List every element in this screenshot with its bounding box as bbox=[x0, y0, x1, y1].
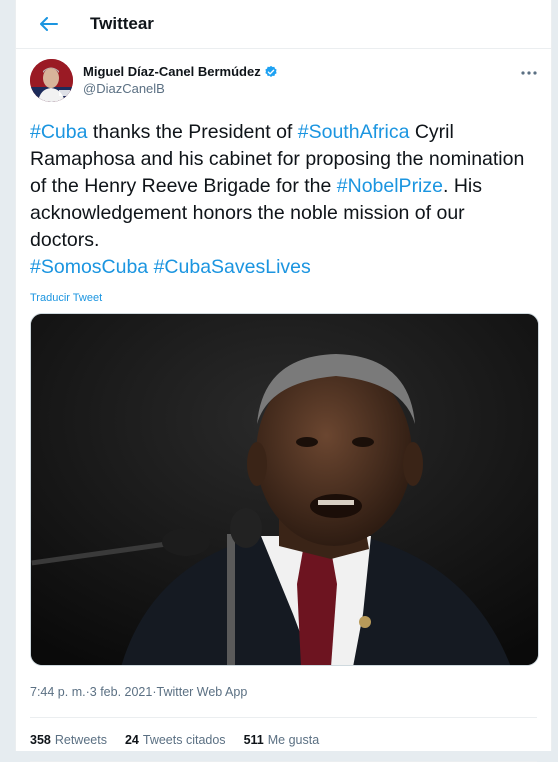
tweet-hashtags: #SomosCuba #CubaSavesLives bbox=[30, 256, 311, 278]
author-info: Miguel Díaz-Canel Bermúdez @DiazCanelB bbox=[83, 59, 278, 96]
likes-label: Me gusta bbox=[267, 732, 320, 747]
retweets-label: Retweets bbox=[54, 732, 107, 747]
tweet-detail-panel: Twittear Miguel Díaz-Canel Bermúdez @Dia… bbox=[15, 0, 552, 762]
back-button[interactable] bbox=[32, 7, 66, 41]
verified-badge-icon bbox=[264, 65, 278, 79]
tweet-meta: 7:44 p. m. · 3 feb. 2021 · Twitter Web A… bbox=[30, 666, 537, 718]
tweet: Miguel Díaz-Canel Bermúdez @DiazCanelB #… bbox=[16, 49, 551, 762]
author-handle[interactable]: @DiazCanelB bbox=[83, 81, 278, 96]
page-title: Twittear bbox=[90, 14, 154, 33]
likes-count: 511 bbox=[243, 732, 264, 747]
retweets-stat[interactable]: 358 Retweets bbox=[30, 733, 107, 747]
hashtag-link[interactable]: #SouthAfrica bbox=[298, 121, 410, 143]
tweet-text-segment: thanks the President of bbox=[87, 121, 298, 143]
arrow-left-icon bbox=[40, 17, 58, 31]
tweet-stats: 358 Retweets 24 Tweets citados 511 Me gusta bbox=[30, 718, 537, 762]
author-name[interactable]: Miguel Díaz-Canel Bermúdez bbox=[83, 64, 261, 79]
hashtag-link[interactable]: #NobelPrize bbox=[337, 175, 443, 197]
tweet-text: #Cuba thanks the President of #SouthAfri… bbox=[30, 119, 535, 281]
tweet-source[interactable]: Twitter Web App bbox=[157, 685, 248, 699]
more-dots-icon bbox=[521, 71, 537, 75]
quote-tweets-stat[interactable]: 24 Tweets citados bbox=[125, 733, 226, 747]
photo-image bbox=[31, 314, 538, 665]
avatar[interactable] bbox=[30, 59, 73, 102]
tweet-time[interactable]: 7:44 p. m. bbox=[30, 685, 86, 699]
page-header: Twittear bbox=[16, 0, 551, 49]
tweet-date[interactable]: 3 feb. 2021 bbox=[90, 685, 153, 699]
tweet-photo[interactable] bbox=[30, 313, 539, 666]
likes-stat[interactable]: 511 Me gusta bbox=[244, 733, 320, 747]
hashtag-link[interactable]: #CubaSavesLives bbox=[154, 256, 311, 278]
hashtag-link[interactable]: #Cuba bbox=[30, 121, 87, 143]
more-options-button[interactable] bbox=[521, 63, 537, 81]
name-row: Miguel Díaz-Canel Bermúdez bbox=[83, 64, 278, 79]
author-row: Miguel Díaz-Canel Bermúdez @DiazCanelB bbox=[30, 59, 537, 107]
retweets-count: 358 bbox=[30, 732, 51, 747]
avatar-image bbox=[30, 59, 73, 102]
quote-tweets-count: 24 bbox=[124, 732, 139, 747]
quote-tweets-label: Tweets citados bbox=[142, 732, 226, 747]
tweet-body: #Cuba thanks the President of #SouthAfri… bbox=[30, 121, 524, 251]
translate-tweet-link[interactable]: Traducir Tweet bbox=[30, 292, 537, 304]
hashtag-link[interactable]: #SomosCuba bbox=[30, 256, 148, 278]
